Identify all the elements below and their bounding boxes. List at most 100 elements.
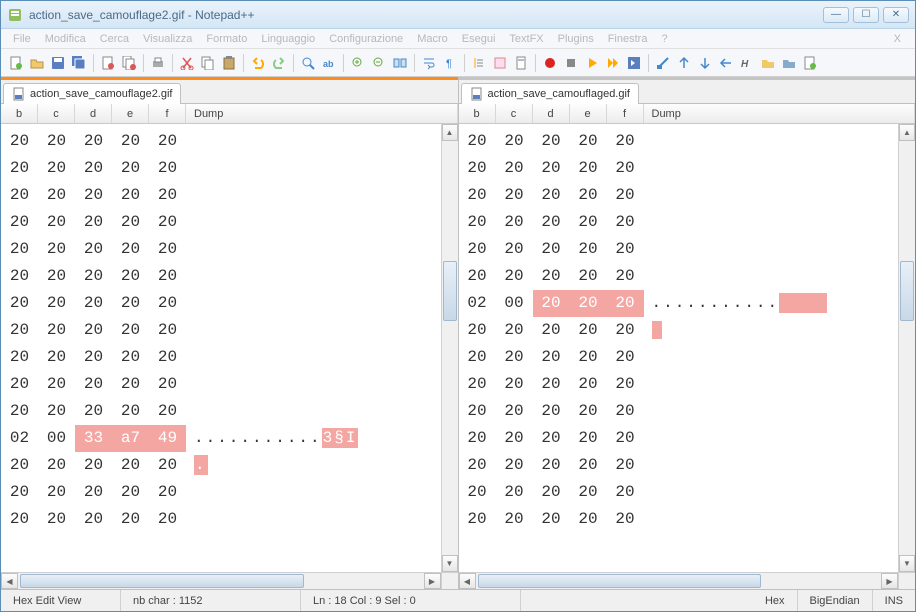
- open-file-icon[interactable]: [28, 54, 46, 72]
- hex-cell[interactable]: 20: [149, 263, 186, 290]
- hex-cell[interactable]: 20: [75, 371, 112, 398]
- replace-icon[interactable]: ab: [320, 54, 338, 72]
- hex-cell[interactable]: 20: [607, 182, 644, 209]
- horizontal-scrollbar[interactable]: ◀▶: [1, 572, 458, 589]
- hex-cell[interactable]: 20: [75, 317, 112, 344]
- hex-cell[interactable]: 20: [1, 263, 38, 290]
- scroll-left-icon[interactable]: ◀: [1, 573, 18, 589]
- hex-cell[interactable]: 20: [496, 128, 533, 155]
- hex-row[interactable]: 2020202020: [1, 155, 458, 182]
- hex-cell[interactable]: 20: [459, 209, 496, 236]
- scroll-up-icon[interactable]: ▲: [442, 124, 458, 141]
- hex-cell[interactable]: 20: [533, 506, 570, 533]
- hex-cell[interactable]: 20: [496, 479, 533, 506]
- hex-cell[interactable]: 00: [496, 290, 533, 317]
- dump-cell[interactable]: [644, 317, 916, 344]
- column-header[interactable]: f: [149, 104, 186, 123]
- minimize-button[interactable]: —: [823, 7, 849, 23]
- hex-row[interactable]: 2020202020: [1, 506, 458, 533]
- toggle-1-icon[interactable]: [675, 54, 693, 72]
- hex-cell[interactable]: 20: [570, 344, 607, 371]
- column-header[interactable]: f: [607, 104, 644, 123]
- hex-cell[interactable]: 20: [149, 290, 186, 317]
- hex-cell[interactable]: 20: [607, 290, 644, 317]
- wordwrap-icon[interactable]: [420, 54, 438, 72]
- hex-cell[interactable]: 20: [38, 236, 75, 263]
- scroll-down-icon[interactable]: ▼: [899, 555, 915, 572]
- hex-cell[interactable]: 20: [570, 236, 607, 263]
- hex-cell[interactable]: 20: [570, 452, 607, 479]
- hex-cell[interactable]: 20: [459, 236, 496, 263]
- hex-cell[interactable]: 20: [570, 425, 607, 452]
- hex-cell[interactable]: 20: [607, 425, 644, 452]
- hex-cell[interactable]: 20: [570, 155, 607, 182]
- hex-cell[interactable]: 20: [496, 398, 533, 425]
- hex-cell[interactable]: 20: [570, 398, 607, 425]
- hex-cell[interactable]: 20: [459, 128, 496, 155]
- hex-cell[interactable]: 20: [496, 452, 533, 479]
- save-icon[interactable]: [49, 54, 67, 72]
- hex-cell[interactable]: 20: [533, 236, 570, 263]
- hex-cell[interactable]: 02: [1, 425, 38, 452]
- hex-cell[interactable]: 20: [112, 128, 149, 155]
- hex-cell[interactable]: 20: [459, 479, 496, 506]
- hex-cell[interactable]: 20: [496, 182, 533, 209]
- vertical-scrollbar[interactable]: ▲▼: [898, 124, 915, 572]
- hex-cell[interactable]: 20: [112, 479, 149, 506]
- hex-cell[interactable]: 20: [149, 155, 186, 182]
- save-macro-icon[interactable]: [625, 54, 643, 72]
- hex-cell[interactable]: 20: [112, 290, 149, 317]
- hex-row[interactable]: 2020202020: [1, 290, 458, 317]
- hex-cell[interactable]: 20: [38, 263, 75, 290]
- menu-linguaggio[interactable]: Linguaggio: [255, 31, 321, 47]
- scroll-thumb[interactable]: [900, 261, 914, 321]
- sync-scroll-icon[interactable]: [391, 54, 409, 72]
- hex-row[interactable]: 2020202020: [1, 371, 458, 398]
- menu-modifica[interactable]: Modifica: [39, 31, 92, 47]
- paste-icon[interactable]: [220, 54, 238, 72]
- scroll-left-icon[interactable]: ◀: [459, 573, 476, 589]
- hex-cell[interactable]: 20: [607, 344, 644, 371]
- hex-cell[interactable]: 20: [570, 290, 607, 317]
- doc-green-icon[interactable]: [801, 54, 819, 72]
- hex-row[interactable]: 2020202020: [1, 317, 458, 344]
- doc-map-icon[interactable]: [512, 54, 530, 72]
- hex-cell[interactable]: 20: [75, 479, 112, 506]
- hex-cell[interactable]: 20: [533, 398, 570, 425]
- menu-file[interactable]: File: [7, 31, 37, 47]
- column-header[interactable]: d: [75, 104, 112, 123]
- hex-cell[interactable]: 20: [496, 344, 533, 371]
- hex-cell[interactable]: 20: [112, 398, 149, 425]
- hex-cell[interactable]: 20: [1, 344, 38, 371]
- hex-cell[interactable]: 20: [496, 506, 533, 533]
- hex-cell[interactable]: 20: [459, 425, 496, 452]
- hex-cell[interactable]: 20: [38, 128, 75, 155]
- column-header[interactable]: c: [496, 104, 533, 123]
- hex-cell[interactable]: 20: [38, 371, 75, 398]
- scroll-thumb[interactable]: [443, 261, 457, 321]
- hex-cell[interactable]: 20: [570, 263, 607, 290]
- hex-cell[interactable]: 20: [75, 128, 112, 155]
- hex-cell[interactable]: 49: [149, 425, 186, 452]
- folder-y-icon[interactable]: [759, 54, 777, 72]
- hex-cell[interactable]: 20: [149, 344, 186, 371]
- hex-cell[interactable]: 20: [149, 128, 186, 155]
- close-file-icon[interactable]: [99, 54, 117, 72]
- hex-cell[interactable]: 20: [38, 479, 75, 506]
- hex-row[interactable]: 2020202020.: [1, 452, 458, 479]
- hex-row[interactable]: 2020202020: [1, 128, 458, 155]
- hex-row[interactable]: 2020202020: [459, 371, 916, 398]
- zoom-in-icon[interactable]: [349, 54, 367, 72]
- hex-cell[interactable]: 20: [607, 128, 644, 155]
- scroll-thumb[interactable]: [478, 574, 762, 588]
- hex-cell[interactable]: 20: [533, 452, 570, 479]
- hex-cell[interactable]: 20: [149, 506, 186, 533]
- hex-cell[interactable]: 20: [533, 290, 570, 317]
- menu-help[interactable]: ?: [655, 31, 673, 47]
- hex-row[interactable]: 2020202020: [459, 209, 916, 236]
- hex-cell[interactable]: 20: [570, 209, 607, 236]
- hex-cell[interactable]: 20: [570, 506, 607, 533]
- hex-cell[interactable]: 20: [1, 506, 38, 533]
- dump-cell[interactable]: ...........: [644, 290, 916, 317]
- hex-cell[interactable]: 20: [459, 317, 496, 344]
